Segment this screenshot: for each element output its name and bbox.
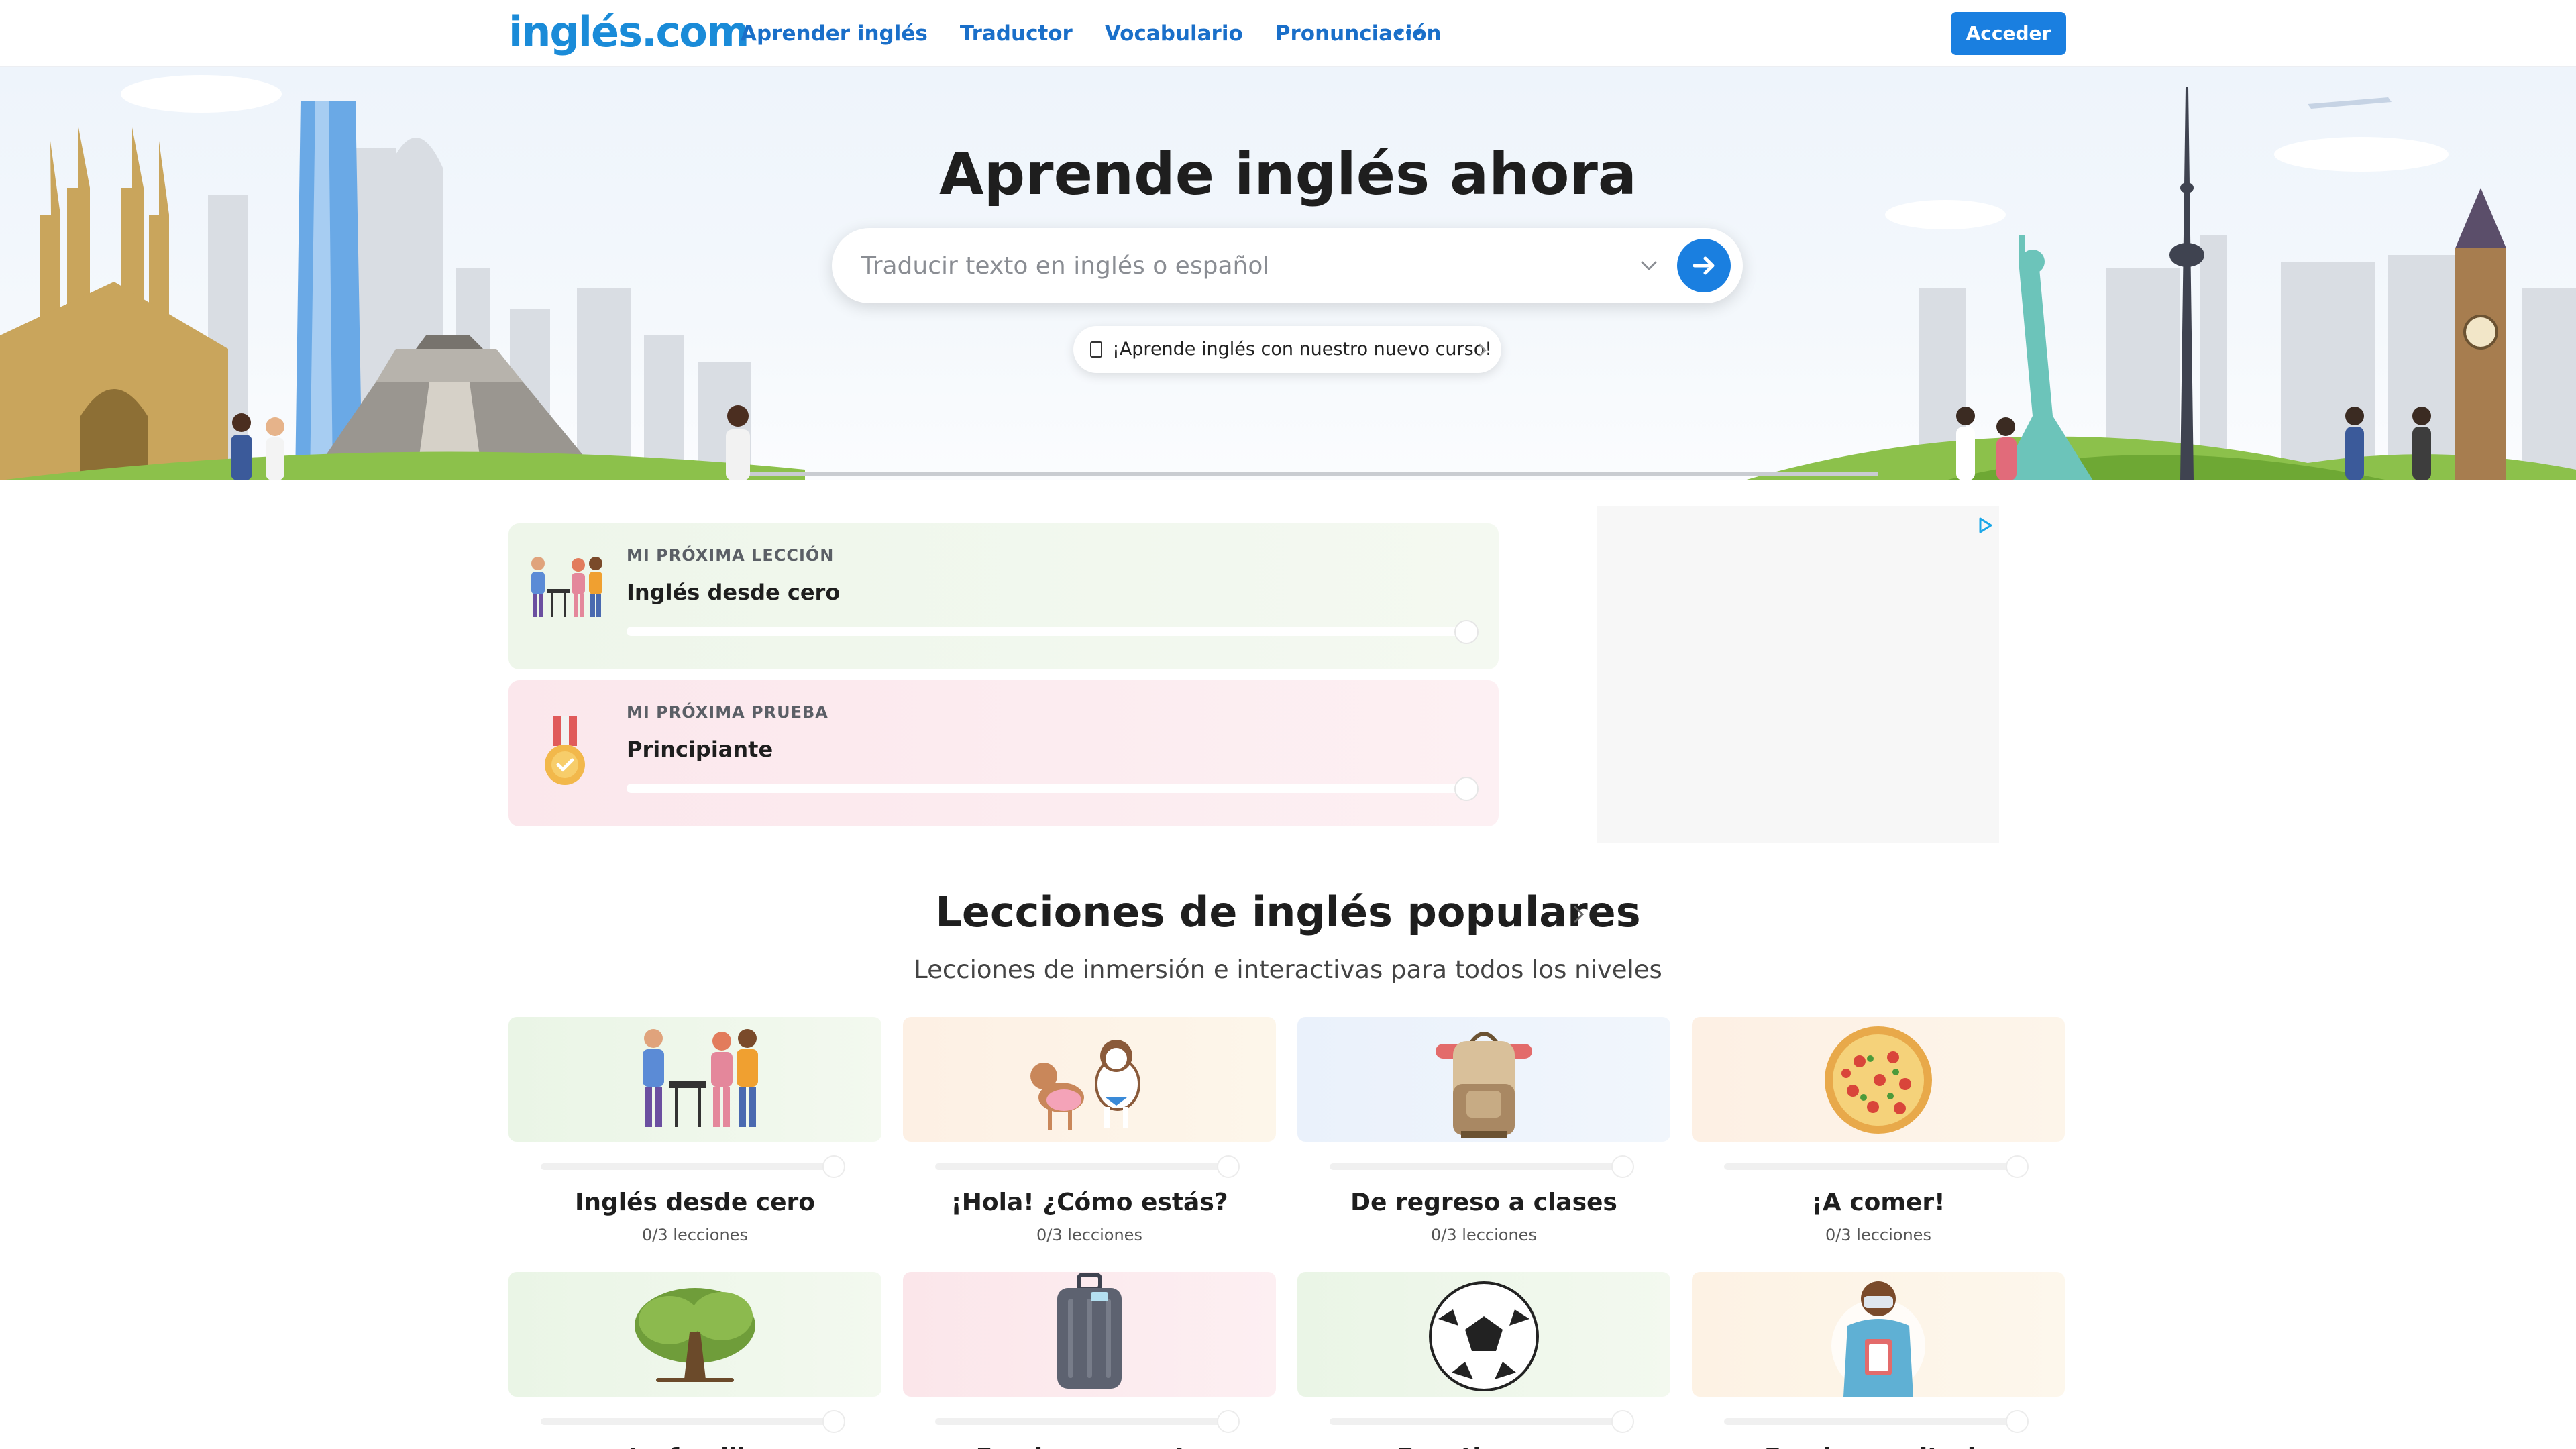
more-menu-icon[interactable] [1397, 30, 1421, 36]
lesson-progress [1724, 1163, 2019, 1170]
adchoices-icon[interactable] [1978, 517, 1994, 534]
lesson-card[interactable]: De regreso a clases 0/3 lecciones [1297, 1017, 1670, 1258]
lesson-card[interactable]: ¡Hola! ¿Cómo estás? 0/3 lecciones [903, 1017, 1276, 1258]
next-test-progress [627, 784, 1479, 793]
next-test-kicker: MI PRÓXIMA PRUEBA [627, 703, 828, 722]
new-course-text: ¡Aprende inglés con nuestro nuevo curso! [1112, 339, 1493, 360]
hero-title: Aprende inglés ahora [939, 141, 1637, 208]
lesson-progress [541, 1163, 836, 1170]
lesson-title: En el consultorio [1692, 1441, 2065, 1449]
trophy-icon [1611, 1410, 1634, 1433]
lesson-card[interactable]: Pasatiempos [1297, 1272, 1670, 1449]
next-lesson-progress [627, 627, 1479, 636]
main-nav: Aprender inglés Traductor Vocabulario Pr… [741, 17, 1474, 50]
lesson-count: 0/3 lecciones [1431, 1226, 1537, 1244]
course-icon [1090, 341, 1102, 358]
doctor-illustration [1692, 1272, 2065, 1397]
next-test-card[interactable]: MI PRÓXIMA PRUEBA Principiante [508, 680, 1499, 826]
translate-submit-button[interactable] [1677, 239, 1731, 292]
trophy-icon [822, 1155, 845, 1178]
lesson-progress [1330, 1418, 1625, 1425]
trophy-icon [1217, 1410, 1240, 1433]
nav-aprender-ingles[interactable]: Aprender inglés [741, 17, 928, 50]
site-logo[interactable]: inglés.com [508, 5, 749, 59]
lesson-card[interactable]: En el consultorio [1692, 1272, 2065, 1449]
lesson-progress [935, 1163, 1230, 1170]
lesson-progress [935, 1418, 1230, 1425]
lesson-title: La familia [508, 1441, 881, 1449]
lesson-progress [1724, 1418, 2019, 1425]
lesson-count: 0/3 lecciones [642, 1226, 748, 1244]
lesson-title: ¡Hola! ¿Cómo estás? [951, 1189, 1228, 1216]
lesson-card[interactable]: En el aeropuerto [903, 1272, 1276, 1449]
pizza-illustration [1692, 1017, 2065, 1142]
lesson-card[interactable]: Inglés desde cero 0/3 lecciones [508, 1017, 881, 1258]
hero-banner: Aprende inglés ahora ¡Aprende inglés con… [0, 67, 2576, 480]
soccer-ball-illustration [1297, 1272, 1670, 1397]
trophy-icon [1454, 777, 1479, 801]
people-bbq-illustration [508, 1017, 881, 1142]
trophy-icon [1611, 1155, 1634, 1178]
nav-traductor[interactable]: Traductor [960, 17, 1073, 50]
nav-vocabulario[interactable]: Vocabulario [1105, 17, 1243, 50]
medal-icon [545, 716, 585, 785]
people-bbq-icon [531, 557, 602, 617]
dogs-illustration [903, 1017, 1276, 1142]
lesson-count: 0/3 lecciones [1825, 1226, 1931, 1244]
popular-lessons-subtitle: Lecciones de inmersión e interactivas pa… [914, 955, 1662, 984]
advertisement[interactable] [1597, 506, 1999, 843]
tree-illustration [508, 1272, 881, 1397]
trophy-icon [1217, 1155, 1240, 1178]
suitcase-illustration [903, 1272, 1276, 1397]
translate-search-input[interactable] [861, 244, 1546, 287]
lesson-title: En el aeropuerto [903, 1441, 1276, 1449]
lesson-title: De regreso a clases [1350, 1189, 1617, 1216]
lesson-card[interactable]: La familia [508, 1272, 881, 1449]
login-button[interactable]: Acceder [1951, 12, 2066, 55]
trophy-icon [822, 1410, 845, 1433]
arrow-right-icon [1693, 256, 1715, 275]
next-lesson-title: Inglés desde cero [627, 580, 841, 605]
new-course-banner[interactable]: ¡Aprende inglés con nuestro nuevo curso! [1073, 326, 1501, 373]
lesson-card[interactable]: ¡A comer! 0/3 lecciones [1692, 1017, 2065, 1258]
chevron-right-icon[interactable] [1571, 903, 1587, 926]
translate-search-box [832, 228, 1743, 303]
trophy-icon [2006, 1155, 2029, 1178]
next-lesson-kicker: MI PRÓXIMA LECCIÓN [627, 546, 835, 565]
lesson-title: ¡A comer! [1811, 1189, 1945, 1216]
chevron-right-icon [1479, 343, 1487, 357]
next-lesson-card[interactable]: MI PRÓXIMA LECCIÓN Inglés desde cero [508, 523, 1499, 669]
next-test-title: Principiante [627, 737, 773, 762]
chevron-down-icon[interactable] [1637, 254, 1661, 278]
trophy-icon [2006, 1410, 2029, 1433]
lesson-progress [1330, 1163, 1625, 1170]
lesson-title: Pasatiempos [1297, 1441, 1670, 1449]
popular-lessons-title[interactable]: Lecciones de inglés populares [0, 879, 2576, 946]
lesson-title: Inglés desde cero [574, 1189, 816, 1216]
lesson-progress [541, 1418, 836, 1425]
lesson-count: 0/3 lecciones [1036, 1226, 1142, 1244]
backpack-illustration [1297, 1017, 1670, 1142]
site-header: inglés.com Aprender inglés Traductor Voc… [0, 0, 2576, 67]
trophy-icon [1454, 620, 1479, 644]
